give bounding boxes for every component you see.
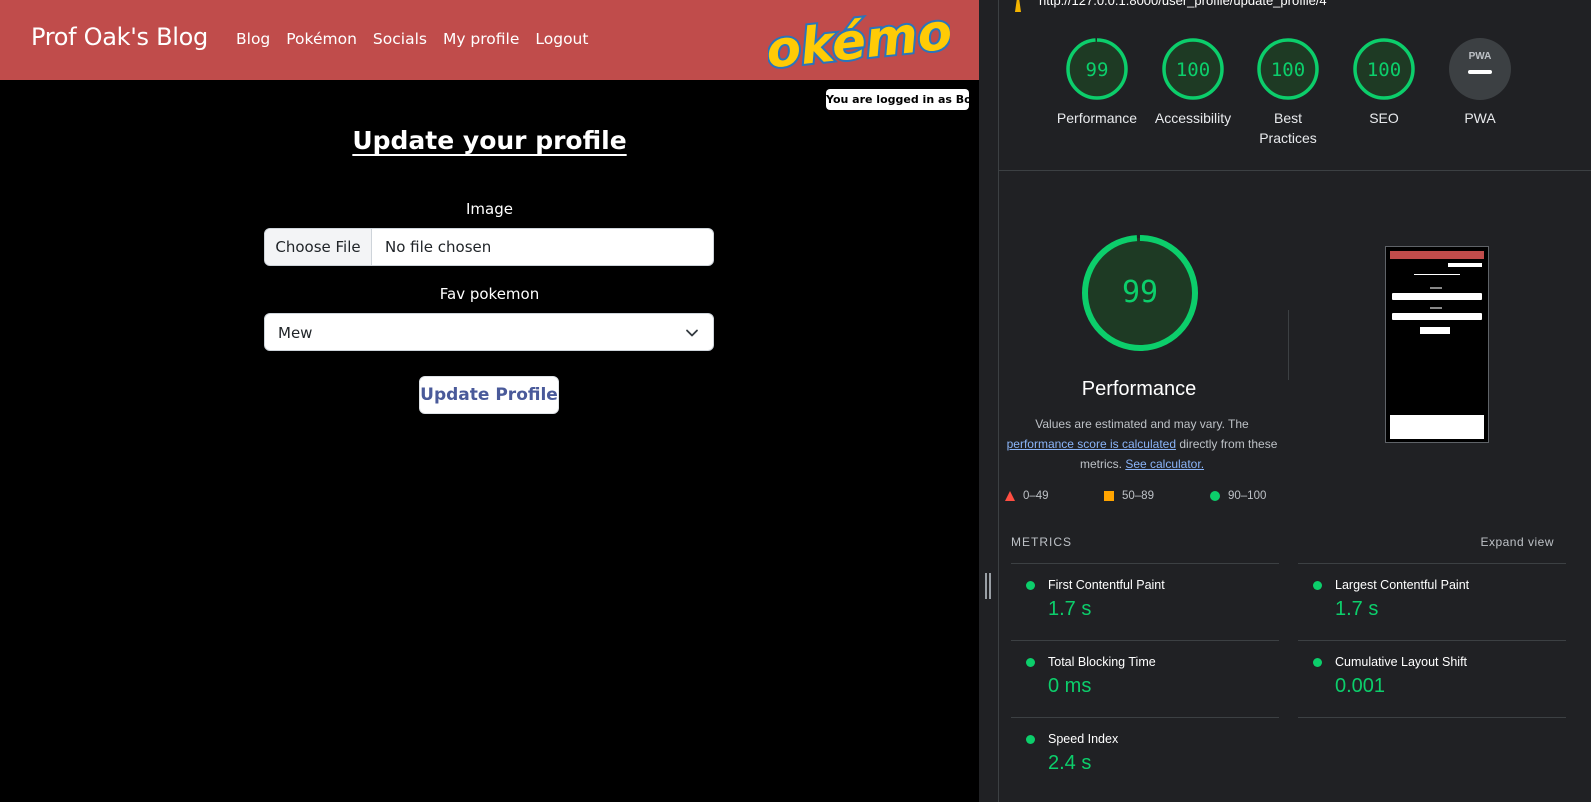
- resize-handle[interactable]: [985, 573, 993, 599]
- metric-cls: Cumulative Layout Shift 0.001: [1298, 640, 1566, 717]
- choose-file-button[interactable]: Choose File: [265, 229, 372, 265]
- metric-lcp-value: 1.7 s: [1335, 598, 1379, 620]
- pass-dot-icon: [1026, 581, 1035, 590]
- panel-divider: [979, 0, 999, 802]
- performance-title: Performance: [1081, 378, 1197, 400]
- image-file-input[interactable]: Choose File No file chosen: [264, 228, 714, 266]
- metric-tbt-name: Total Blocking Time: [1048, 655, 1156, 669]
- pass-circle-icon: [1210, 491, 1220, 501]
- nav-links: Blog Pokémon Socials My profile Logout: [236, 30, 588, 48]
- update-profile-button[interactable]: Update Profile: [419, 376, 559, 414]
- gauge-performance-score: 99: [1086, 59, 1109, 81]
- performance-description: Values are estimated and may vary. The p…: [1005, 414, 1279, 474]
- performance-score: 99: [1122, 275, 1158, 310]
- nav-logout[interactable]: Logout: [535, 30, 588, 48]
- metric-fcp-value: 1.7 s: [1048, 598, 1092, 620]
- web-page: Prof Oak's Blog Blog Pokémon Socials My …: [0, 0, 979, 802]
- lighthouse-icon: [1015, 0, 1021, 12]
- pass-dot-icon: [1313, 658, 1322, 667]
- url-text: http://127.0.0.1:8000/user_profile/updat…: [1039, 0, 1327, 8]
- pass-dot-icon: [1026, 658, 1035, 667]
- metric-cls-name: Cumulative Layout Shift: [1335, 655, 1468, 669]
- pwa-badge-text: PWA: [1469, 51, 1492, 62]
- desc-text-1: Values are estimated and may vary. The: [1035, 417, 1249, 431]
- metric-cls-value: 0.001: [1335, 675, 1386, 697]
- pokemon-logo: Pokémon: [768, 6, 950, 74]
- gauge-seo-score: 100: [1367, 59, 1401, 81]
- gauge-seo[interactable]: 100 SEO: [1334, 37, 1434, 128]
- nav-blog[interactable]: Blog: [236, 30, 270, 48]
- performance-gauge: 99: [1082, 235, 1198, 351]
- average-square-icon: [1104, 491, 1114, 501]
- metric-fcp-name: First Contentful Paint: [1048, 578, 1165, 592]
- url-bar: http://127.0.0.1:8000/user_profile/updat…: [999, 0, 1591, 14]
- gauge-best-practices-label: Best Practices: [1259, 110, 1317, 146]
- legend-average: 50–89: [1104, 490, 1154, 502]
- metric-grid-line: [1298, 717, 1566, 718]
- lighthouse-panel: http://127.0.0.1:8000/user_profile/updat…: [999, 0, 1591, 802]
- logo-text: Pokémon: [768, 6, 950, 74]
- page-title: Update your profile: [352, 126, 627, 155]
- legend-fail: 0–49: [1005, 490, 1049, 502]
- metric-si-name: Speed Index: [1048, 732, 1119, 746]
- nav-pokemon[interactable]: Pokémon: [286, 30, 357, 48]
- nav-socials[interactable]: Socials: [373, 30, 427, 48]
- fav-pokemon-value: Mew: [278, 324, 313, 342]
- fav-pokemon-label: Fav pokemon: [439, 285, 540, 303]
- gauge-performance[interactable]: 99 Performance: [1047, 37, 1147, 128]
- fail-triangle-icon: [1005, 491, 1015, 501]
- navbar: Prof Oak's Blog Blog Pokémon Socials My …: [0, 0, 979, 80]
- chevron-down-icon: [686, 329, 698, 337]
- summary-separator: [999, 170, 1591, 171]
- nav-my-profile[interactable]: My profile: [443, 30, 519, 48]
- expand-view-toggle[interactable]: Expand view: [1480, 535, 1554, 549]
- gauge-seo-label: SEO: [1369, 110, 1399, 126]
- fav-pokemon-select[interactable]: Mew: [264, 313, 714, 351]
- metric-speed-index: Speed Index 2.4 s: [1011, 717, 1279, 794]
- page-screenshot-thumbnail[interactable]: [1385, 246, 1489, 443]
- gauge-pwa[interactable]: PWA PWA: [1430, 37, 1530, 128]
- metric-lcp-name: Largest Contentful Paint: [1335, 578, 1470, 592]
- score-calculated-link[interactable]: performance score is calculated: [1007, 437, 1176, 451]
- gauge-accessibility-label: Accessibility: [1154, 110, 1232, 126]
- metric-tbt: Total Blocking Time 0 ms: [1011, 640, 1279, 717]
- gauge-accessibility[interactable]: 100 Accessibility: [1143, 37, 1243, 128]
- metric-lcp: Largest Contentful Paint 1.7 s: [1298, 563, 1566, 640]
- metric-tbt-value: 0 ms: [1048, 675, 1092, 697]
- gauge-best-practices-score: 100: [1271, 59, 1305, 81]
- gauge-accessibility-score: 100: [1176, 59, 1210, 81]
- image-label: Image: [466, 200, 513, 218]
- pass-dot-icon: [1313, 581, 1322, 590]
- legend-pass: 90–100: [1210, 490, 1266, 502]
- login-status-badge: You are logged in as Bo: [826, 89, 972, 110]
- score-legend: 0–49 50–89 90–100: [1005, 490, 1295, 506]
- metric-fcp: First Contentful Paint 1.7 s: [1011, 563, 1279, 640]
- metric-si-value: 2.4 s: [1048, 752, 1092, 774]
- see-calculator-link[interactable]: See calculator.: [1125, 457, 1204, 471]
- gauge-pwa-label: PWA: [1464, 110, 1496, 126]
- brand-link[interactable]: Prof Oak's Blog: [31, 23, 208, 51]
- pass-dot-icon: [1026, 735, 1035, 744]
- gauge-performance-label: Performance: [1056, 110, 1138, 126]
- screenshot-separator: [1288, 310, 1289, 380]
- metrics-header: METRICS: [1011, 535, 1072, 549]
- file-status-text: No file chosen: [385, 238, 492, 256]
- gauge-best-practices[interactable]: 100 Best Practices: [1238, 37, 1338, 148]
